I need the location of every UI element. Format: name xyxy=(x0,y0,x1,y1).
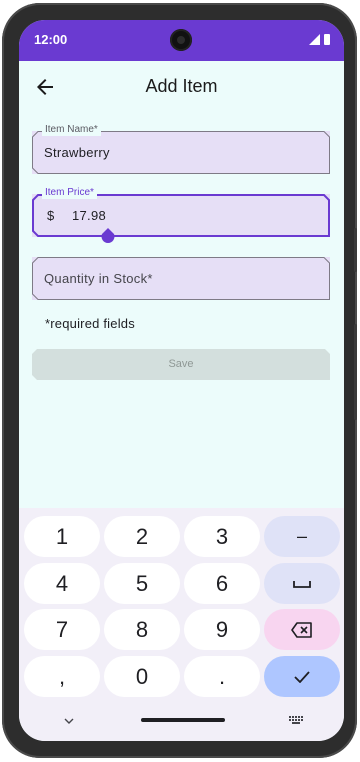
key-0[interactable]: 0 xyxy=(104,656,180,697)
key-4[interactable]: 4 xyxy=(24,563,100,604)
key-5[interactable]: 5 xyxy=(104,563,180,604)
app-bar: Add Item xyxy=(19,61,344,117)
keyboard-switch-icon[interactable] xyxy=(289,715,303,725)
phone-frame: 12:00 Add Item Item Name* Strawberry Ite… xyxy=(2,3,357,758)
key-7[interactable]: 7 xyxy=(24,609,100,650)
save-button-label: Save xyxy=(168,358,194,370)
key-3[interactable]: 3 xyxy=(184,516,260,557)
space-bar-icon xyxy=(293,580,311,588)
home-gesture-bar[interactable] xyxy=(141,718,225,722)
key-period[interactable]: . xyxy=(184,656,260,697)
status-bar: 12:00 xyxy=(19,20,344,61)
item-name-label: Item Name* xyxy=(42,124,101,136)
hide-keyboard-chevron-icon[interactable] xyxy=(63,715,75,727)
item-price-value: 17.98 xyxy=(72,208,107,223)
item-name-field[interactable]: Item Name* Strawberry xyxy=(32,124,330,174)
key-8[interactable]: 8 xyxy=(104,609,180,650)
key-2[interactable]: 2 xyxy=(104,516,180,557)
item-price-field[interactable]: Item Price* $ 17.98 xyxy=(32,187,330,243)
camera-cutout xyxy=(170,29,192,51)
quantity-field[interactable]: Quantity in Stock* xyxy=(32,257,330,300)
key-1[interactable]: 1 xyxy=(24,516,100,557)
checkmark-icon xyxy=(294,670,310,683)
text-cursor-handle-icon[interactable] xyxy=(101,228,115,244)
battery-icon xyxy=(324,34,330,45)
status-time: 12:00 xyxy=(34,32,68,47)
key-comma[interactable]: , xyxy=(24,656,100,697)
key-backspace[interactable] xyxy=(264,609,340,650)
item-name-value: Strawberry xyxy=(44,145,110,160)
screen: 12:00 Add Item Item Name* Strawberry Ite… xyxy=(19,20,344,741)
key-6[interactable]: 6 xyxy=(184,563,260,604)
power-button xyxy=(354,324,357,420)
currency-prefix: $ xyxy=(47,208,55,223)
numeric-keyboard: 1 2 3 – 4 5 6 7 8 9 , 0 . xyxy=(19,508,344,741)
key-minus[interactable]: – xyxy=(264,516,340,557)
backspace-icon xyxy=(291,621,312,638)
key-space[interactable] xyxy=(264,563,340,604)
volume-button xyxy=(354,228,357,272)
signal-icon xyxy=(309,34,320,45)
required-fields-note: *required fields xyxy=(45,316,135,331)
quantity-placeholder: Quantity in Stock* xyxy=(44,271,153,286)
save-button[interactable]: Save xyxy=(32,349,330,380)
item-price-label: Item Price* xyxy=(42,187,97,199)
page-title: Add Item xyxy=(145,76,218,96)
key-done[interactable] xyxy=(264,656,340,697)
status-icons xyxy=(309,34,330,45)
key-9[interactable]: 9 xyxy=(184,609,260,650)
